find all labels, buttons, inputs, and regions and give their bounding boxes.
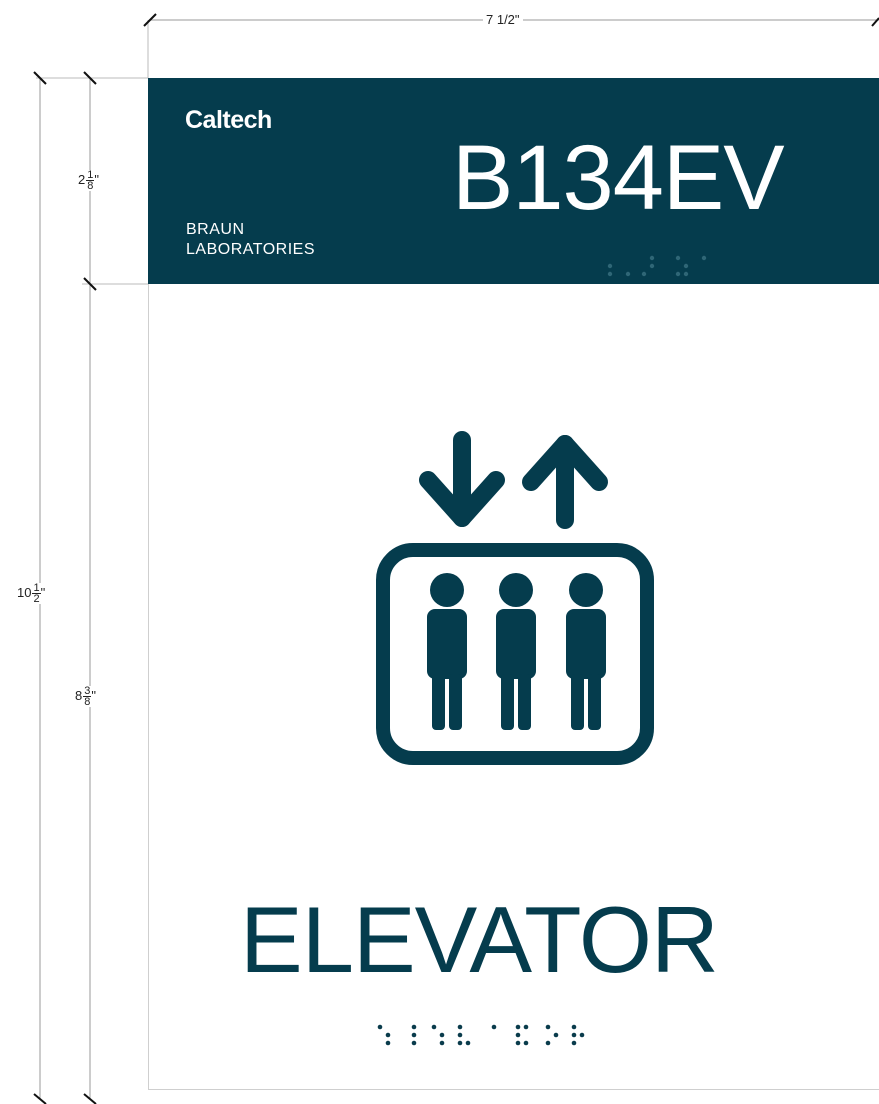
- building-name-line1: BRAUN: [186, 221, 245, 238]
- room-label: ELEVATOR: [240, 887, 719, 992]
- total-height-fraction: 12: [32, 583, 41, 605]
- total-height-whole: 10: [17, 584, 32, 600]
- up-arrow-icon: [522, 435, 608, 529]
- header-height-whole: 2: [78, 171, 86, 187]
- total-height-den: 2: [33, 593, 40, 605]
- body-height-den: 8: [84, 696, 91, 708]
- person-figure-center: [496, 573, 536, 730]
- building-name: BRAUN LABORATORIES: [186, 220, 315, 260]
- body-height-whole: 8: [75, 687, 83, 703]
- down-arrow-icon: [419, 431, 505, 527]
- person-figure-right: [566, 573, 606, 730]
- inch-mark: ": [40, 584, 46, 600]
- inch-mark: ": [94, 171, 99, 187]
- room-label-braille: [377, 1024, 585, 1046]
- brand-logo: Caltech: [185, 106, 272, 134]
- body-height-dimension-label: 8 3 8 ": [75, 686, 96, 708]
- total-height-dimension-label: 10 1 2 ": [17, 583, 46, 605]
- building-name-line2: LABORATORIES: [186, 241, 315, 258]
- person-figure-left: [427, 573, 467, 730]
- room-number: B134EV: [452, 127, 785, 229]
- inch-mark: ": [91, 687, 96, 703]
- header-height-den: 8: [87, 180, 94, 192]
- width-dimension-label: 7 1/2": [483, 13, 523, 26]
- room-number-braille: [607, 255, 707, 277]
- header-height-dimension-label: 2 1 8 ": [78, 170, 99, 192]
- elevator-icon: [376, 431, 654, 765]
